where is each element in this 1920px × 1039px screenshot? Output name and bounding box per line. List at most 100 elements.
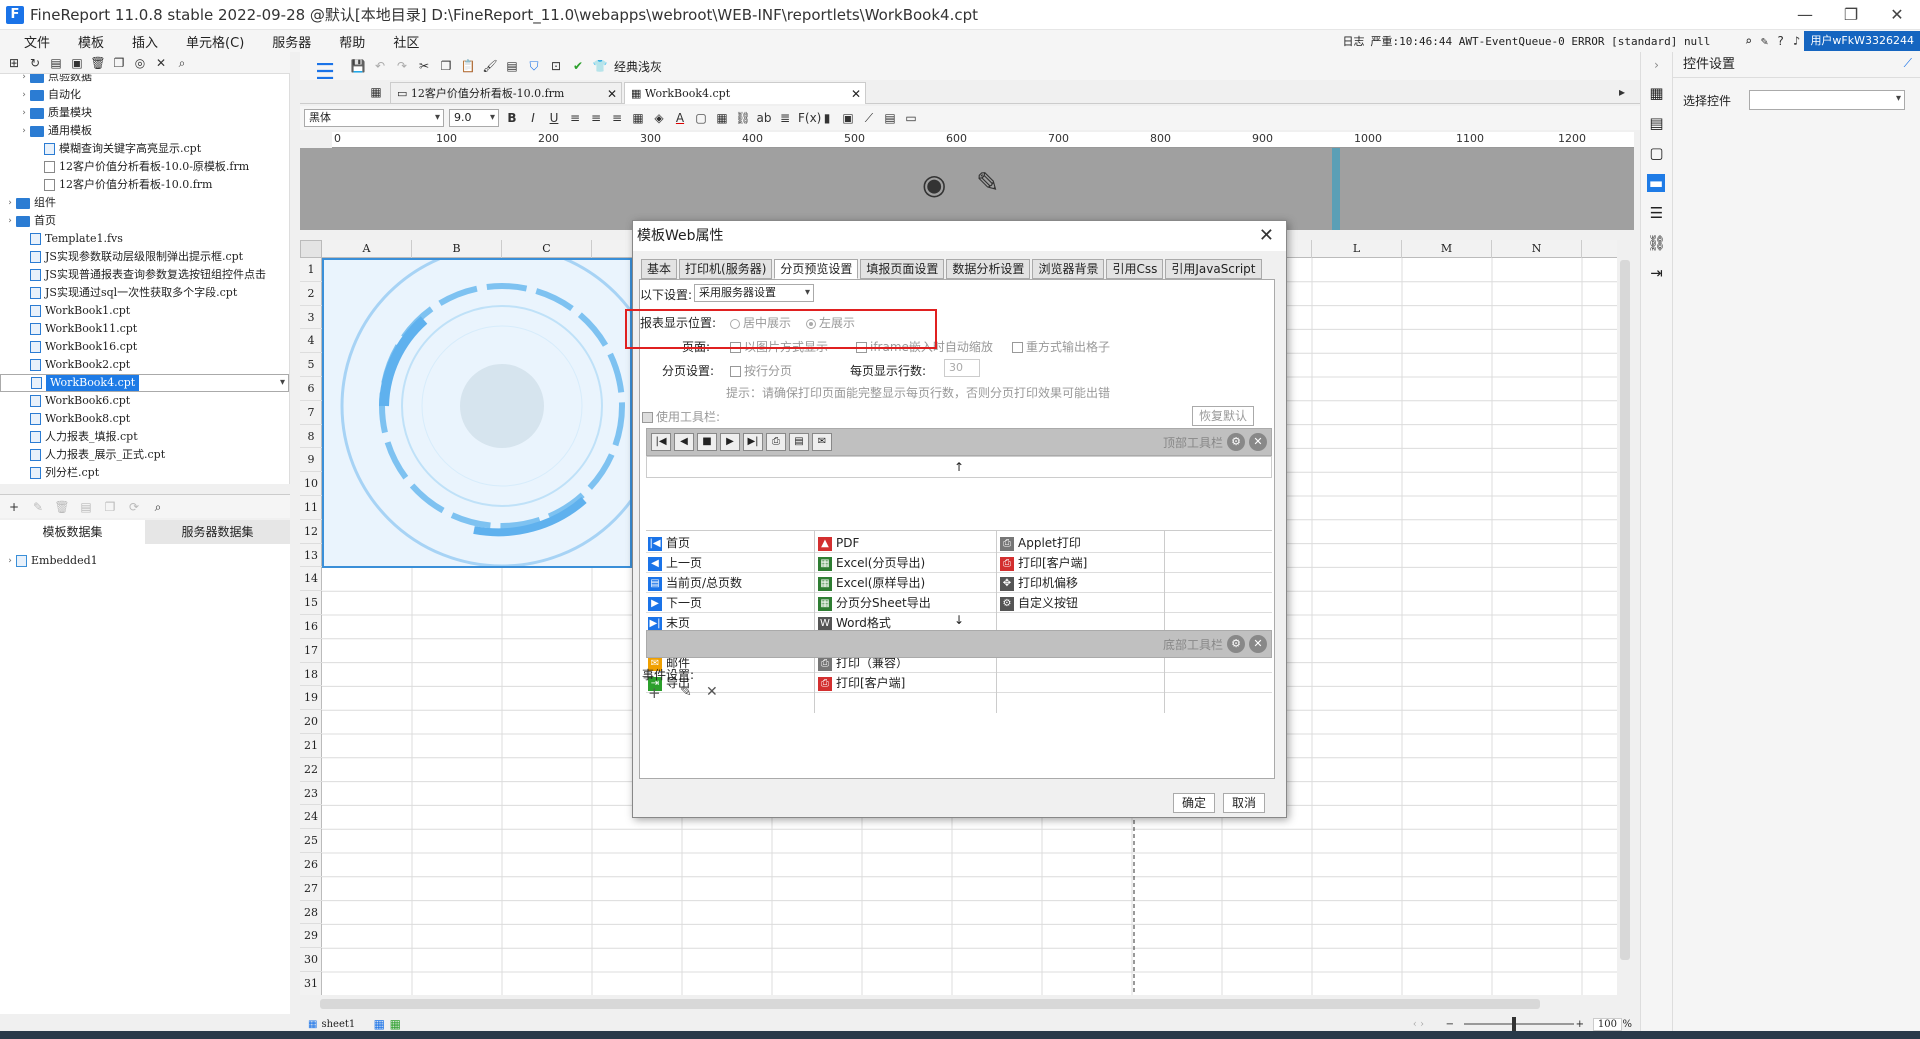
tree-item[interactable]: 人力报表_填报.cpt [0, 428, 289, 446]
menu-file[interactable]: 文件 [10, 32, 64, 51]
row-header[interactable]: 17 [300, 639, 322, 663]
toolbar-button-option[interactable]: ✥ 打印机偏移 [998, 573, 1078, 593]
close-icon[interactable]: ✕ [1259, 221, 1274, 251]
refresh-icon[interactable]: ⟳ [126, 499, 142, 515]
row-header[interactable]: 30 [300, 948, 322, 972]
ok-button[interactable]: 确定 [1173, 793, 1215, 813]
dialog-tab[interactable]: 浏览器背景 [1032, 259, 1105, 279]
row-header[interactable]: 21 [300, 734, 322, 758]
add-event-icon[interactable]: + [648, 684, 661, 702]
row-header[interactable]: 20 [300, 710, 322, 734]
undo-icon[interactable]: ↶ [372, 58, 388, 74]
preview-icon[interactable]: ▤ [78, 499, 94, 515]
import-icon[interactable]: ⇥ [1641, 264, 1672, 282]
subreport-icon[interactable]: ▤ [882, 110, 898, 126]
new-folder-icon[interactable]: ⊞ [6, 55, 22, 71]
delete-icon[interactable]: 🗑 [54, 499, 70, 515]
font-color-icon[interactable]: A [672, 110, 688, 126]
row-header[interactable]: 16 [300, 615, 322, 639]
link-icon[interactable]: ⛓ [735, 110, 751, 126]
dialog-tab[interactable]: 数据分析设置 [946, 259, 1031, 279]
tree-item[interactable]: WorkBook8.cpt [0, 410, 289, 428]
expand-arrow-icon[interactable]: › [18, 74, 30, 86]
tree-item[interactable]: WorkBook16.cpt [0, 338, 289, 356]
zoom-value[interactable]: 100 [1592, 1017, 1622, 1031]
row-header[interactable]: 28 [300, 901, 322, 925]
row-header[interactable]: 23 [300, 782, 322, 806]
toolbar-button-option[interactable]: ⎙ 打印[客户端] [998, 553, 1087, 573]
dialog-tab[interactable]: 基本 [641, 259, 678, 279]
lock-icon[interactable]: ▣ [69, 55, 85, 71]
stop-icon[interactable]: ■ [697, 433, 717, 451]
zoom-slider[interactable] [1464, 1023, 1574, 1025]
collapse-icon[interactable]: ✕ [153, 55, 169, 71]
chart-background-image[interactable] [322, 258, 632, 568]
cell-attr-icon[interactable]: ▤ [1641, 114, 1672, 132]
menu-help[interactable]: 帮助 [325, 32, 379, 51]
toolbar-button-option[interactable]: ▤ 当前页/总页数 [646, 573, 742, 593]
tree-item[interactable]: › 点验数据 [0, 74, 289, 86]
pencil-icon[interactable]: ✎ [976, 166, 999, 199]
dialog-tab[interactable]: 填报页面设置 [860, 259, 945, 279]
search-icon[interactable]: ⌕ [174, 55, 190, 71]
search-icon[interactable]: ⌕ [1740, 33, 1756, 49]
cut-icon[interactable]: ✂ [416, 58, 432, 74]
tree-item[interactable]: JS实现普通报表查询参数复选按钮组控件点击 [0, 266, 289, 284]
open-icon[interactable]: ▤ [48, 55, 64, 71]
row-header[interactable]: 1 [300, 258, 322, 282]
save-icon[interactable]: 💾 [350, 58, 366, 74]
grid-icon[interactable]: ▦ [368, 84, 384, 100]
row-header[interactable]: 26 [300, 853, 322, 877]
row-header[interactable]: 19 [300, 686, 322, 711]
column-header[interactable]: L [1312, 240, 1402, 258]
filter-icon[interactable]: ⛉ [526, 58, 542, 74]
row-header[interactable]: 12 [300, 520, 322, 544]
file-tab-frm[interactable]: ▭ 12客户价值分析看板-10.0.frm ✕ [390, 82, 622, 104]
row-header[interactable]: 15 [300, 591, 322, 615]
row-header[interactable]: 5 [300, 353, 322, 377]
bold-icon[interactable]: B [504, 110, 520, 126]
menu-server[interactable]: 服务器 [258, 32, 325, 51]
tree-item[interactable]: WorkBook2.cpt [0, 356, 289, 374]
table-icon[interactable]: ▦ [714, 110, 730, 126]
output-grid-checkbox[interactable]: 重方式输出格子 [1012, 338, 1110, 355]
preview-icon[interactable]: ⊡ [548, 58, 564, 74]
column-header[interactable]: M [1402, 240, 1492, 258]
copy-icon[interactable]: ❐ [438, 58, 454, 74]
row-header[interactable]: 7 [300, 401, 322, 425]
tab-template-dataset[interactable]: 模板数据集 [0, 520, 145, 544]
redo-icon[interactable]: ↷ [394, 58, 410, 74]
image-icon[interactable]: ▣ [840, 110, 856, 126]
user-badge[interactable]: 用户wFkW3326244 [1804, 31, 1920, 51]
template-param-icon[interactable]: ▤ [504, 58, 520, 74]
log-label[interactable]: 日志 [1343, 33, 1365, 49]
mail-icon[interactable]: ✉ [812, 433, 832, 451]
dialog-tab[interactable]: 引用JavaScript [1165, 259, 1262, 279]
formula-icon[interactable]: F(x) [798, 110, 821, 126]
remove-icon[interactable]: ✕ [1249, 433, 1267, 451]
delete-event-icon[interactable]: ✕ [706, 684, 718, 700]
menu-insert[interactable]: 插入 [118, 32, 172, 51]
column-header[interactable]: C [502, 240, 592, 258]
row-header[interactable]: 25 [300, 829, 322, 853]
align-left-icon[interactable]: ≡ [567, 110, 583, 126]
toolbar-button-option[interactable]: ⎙ Applet打印 [998, 533, 1081, 553]
tree-item[interactable]: Template1.fvs [0, 230, 289, 248]
prev-page-icon[interactable]: ◀ [674, 433, 694, 451]
file-tab-cpt[interactable]: ▦ WorkBook4.cpt ✕ [624, 82, 866, 104]
tree-item[interactable]: WorkBook1.cpt [0, 302, 289, 320]
restore-default-button[interactable]: 恢复默认 [1192, 406, 1254, 426]
check-icon[interactable]: ✔ [570, 58, 586, 74]
tree-item[interactable]: › 自动化 [0, 86, 289, 104]
align-center-icon[interactable]: ≡ [588, 110, 604, 126]
bottom-toolbar-strip[interactable]: 底部工具栏 ⚙ ✕ [646, 630, 1272, 658]
row-header[interactable]: 27 [300, 877, 322, 901]
cancel-button[interactable]: 取消 [1223, 793, 1265, 813]
settings-icon[interactable]: ⚙ [1227, 635, 1245, 653]
select-widget-dropdown[interactable] [1749, 90, 1905, 110]
restore-icon[interactable]: ❐ [1828, 0, 1874, 30]
menu-cell[interactable]: 单元格(C) [172, 32, 258, 51]
copy-icon[interactable]: ❐ [102, 499, 118, 515]
add-icon[interactable]: + [6, 499, 22, 515]
menu-community[interactable]: 社区 [379, 32, 433, 51]
